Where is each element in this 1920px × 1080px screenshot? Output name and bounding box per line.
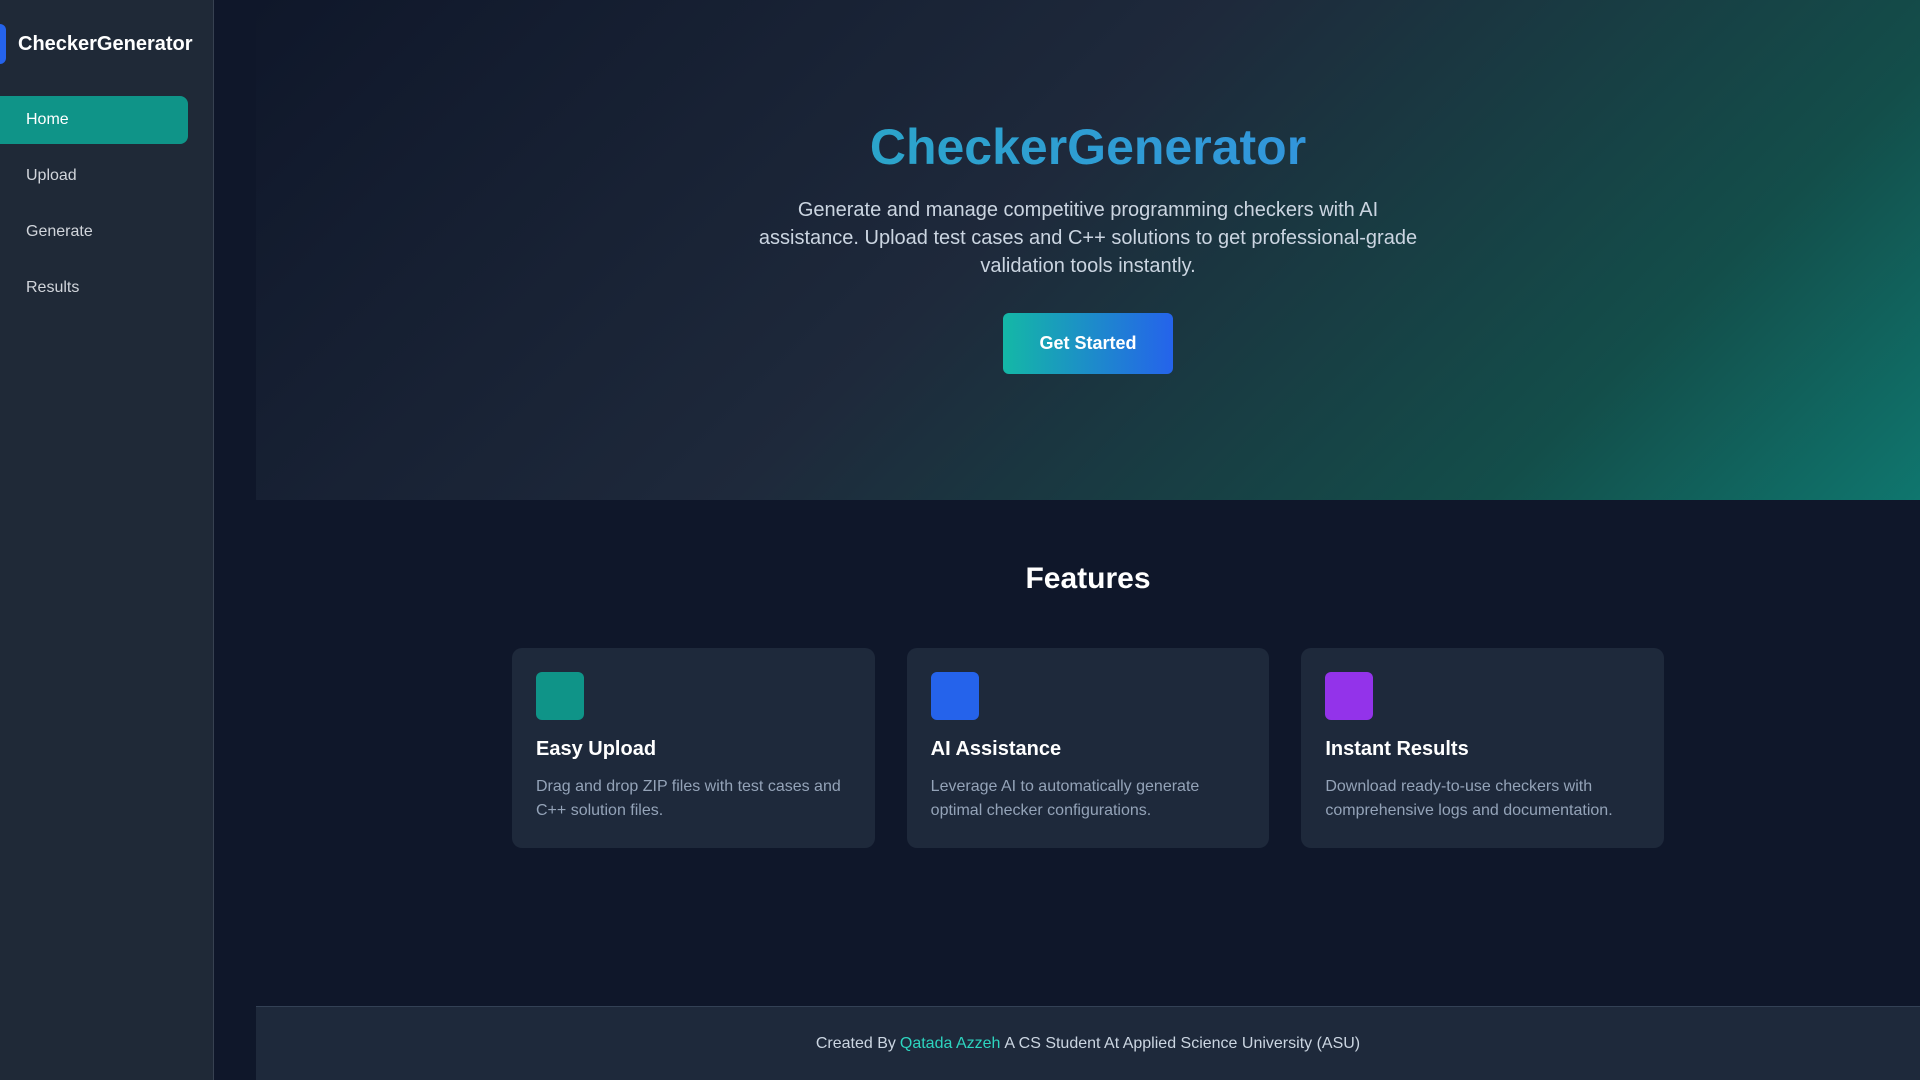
- upload-icon: [536, 672, 584, 720]
- sidebar-item-results[interactable]: Results: [0, 264, 188, 312]
- feature-card-desc: Download ready-to-use checkers with comp…: [1325, 778, 1613, 819]
- hero-title: CheckerGenerator: [256, 118, 1920, 176]
- feature-card-instant-results: Instant Results Download ready-to-use ch…: [1301, 648, 1665, 848]
- sidebar-item-upload[interactable]: Upload: [0, 152, 188, 200]
- footer-prefix: Created By: [815, 1034, 896, 1052]
- feature-card-title: Instant Results: [1325, 738, 1469, 760]
- sidebar: CheckerGenerator Home Upload Generate Re…: [0, 0, 214, 1080]
- sidebar-item-home[interactable]: Home: [0, 96, 188, 144]
- feature-card-ai-assistance: AI Assistance Leverage AI to automatical…: [906, 648, 1270, 848]
- results-icon: [1325, 672, 1374, 720]
- sidebar-nav: Home Upload Generate Results: [0, 96, 188, 320]
- main-content: CheckerGenerator Generate and manage com…: [256, 0, 1920, 1080]
- ai-icon: [930, 672, 979, 720]
- feature-card-title: Easy Upload: [536, 738, 657, 760]
- hero-section: CheckerGenerator Generate and manage com…: [256, 0, 1920, 500]
- feature-cards: Easy Upload Drag and drop ZIP files with…: [512, 648, 1665, 848]
- features-title: Features: [1025, 562, 1151, 595]
- get-started-button[interactable]: Get Started: [1003, 313, 1173, 374]
- brand-logo-icon: [0, 24, 6, 64]
- footer-author-link[interactable]: Qatada Azzeh: [900, 1035, 1001, 1053]
- hero-subtitle: Generate and manage competitive programm…: [758, 199, 1418, 277]
- sidebar-item-generate[interactable]: Generate: [0, 208, 188, 256]
- feature-card-easy-upload: Easy Upload Drag and drop ZIP files with…: [512, 648, 875, 848]
- feature-card-desc: Drag and drop ZIP files with test cases …: [536, 778, 841, 819]
- brand-name: CheckerGenerator: [18, 32, 193, 55]
- footer: Created By Qatada Azzeh A CS Student At …: [256, 1006, 1920, 1080]
- footer-suffix: A CS Student At Applied Science Universi…: [1004, 1034, 1361, 1052]
- feature-card-desc: Leverage AI to automatically generate op…: [930, 778, 1200, 819]
- brand[interactable]: CheckerGenerator: [0, 24, 193, 64]
- feature-card-title: AI Assistance: [930, 738, 1062, 760]
